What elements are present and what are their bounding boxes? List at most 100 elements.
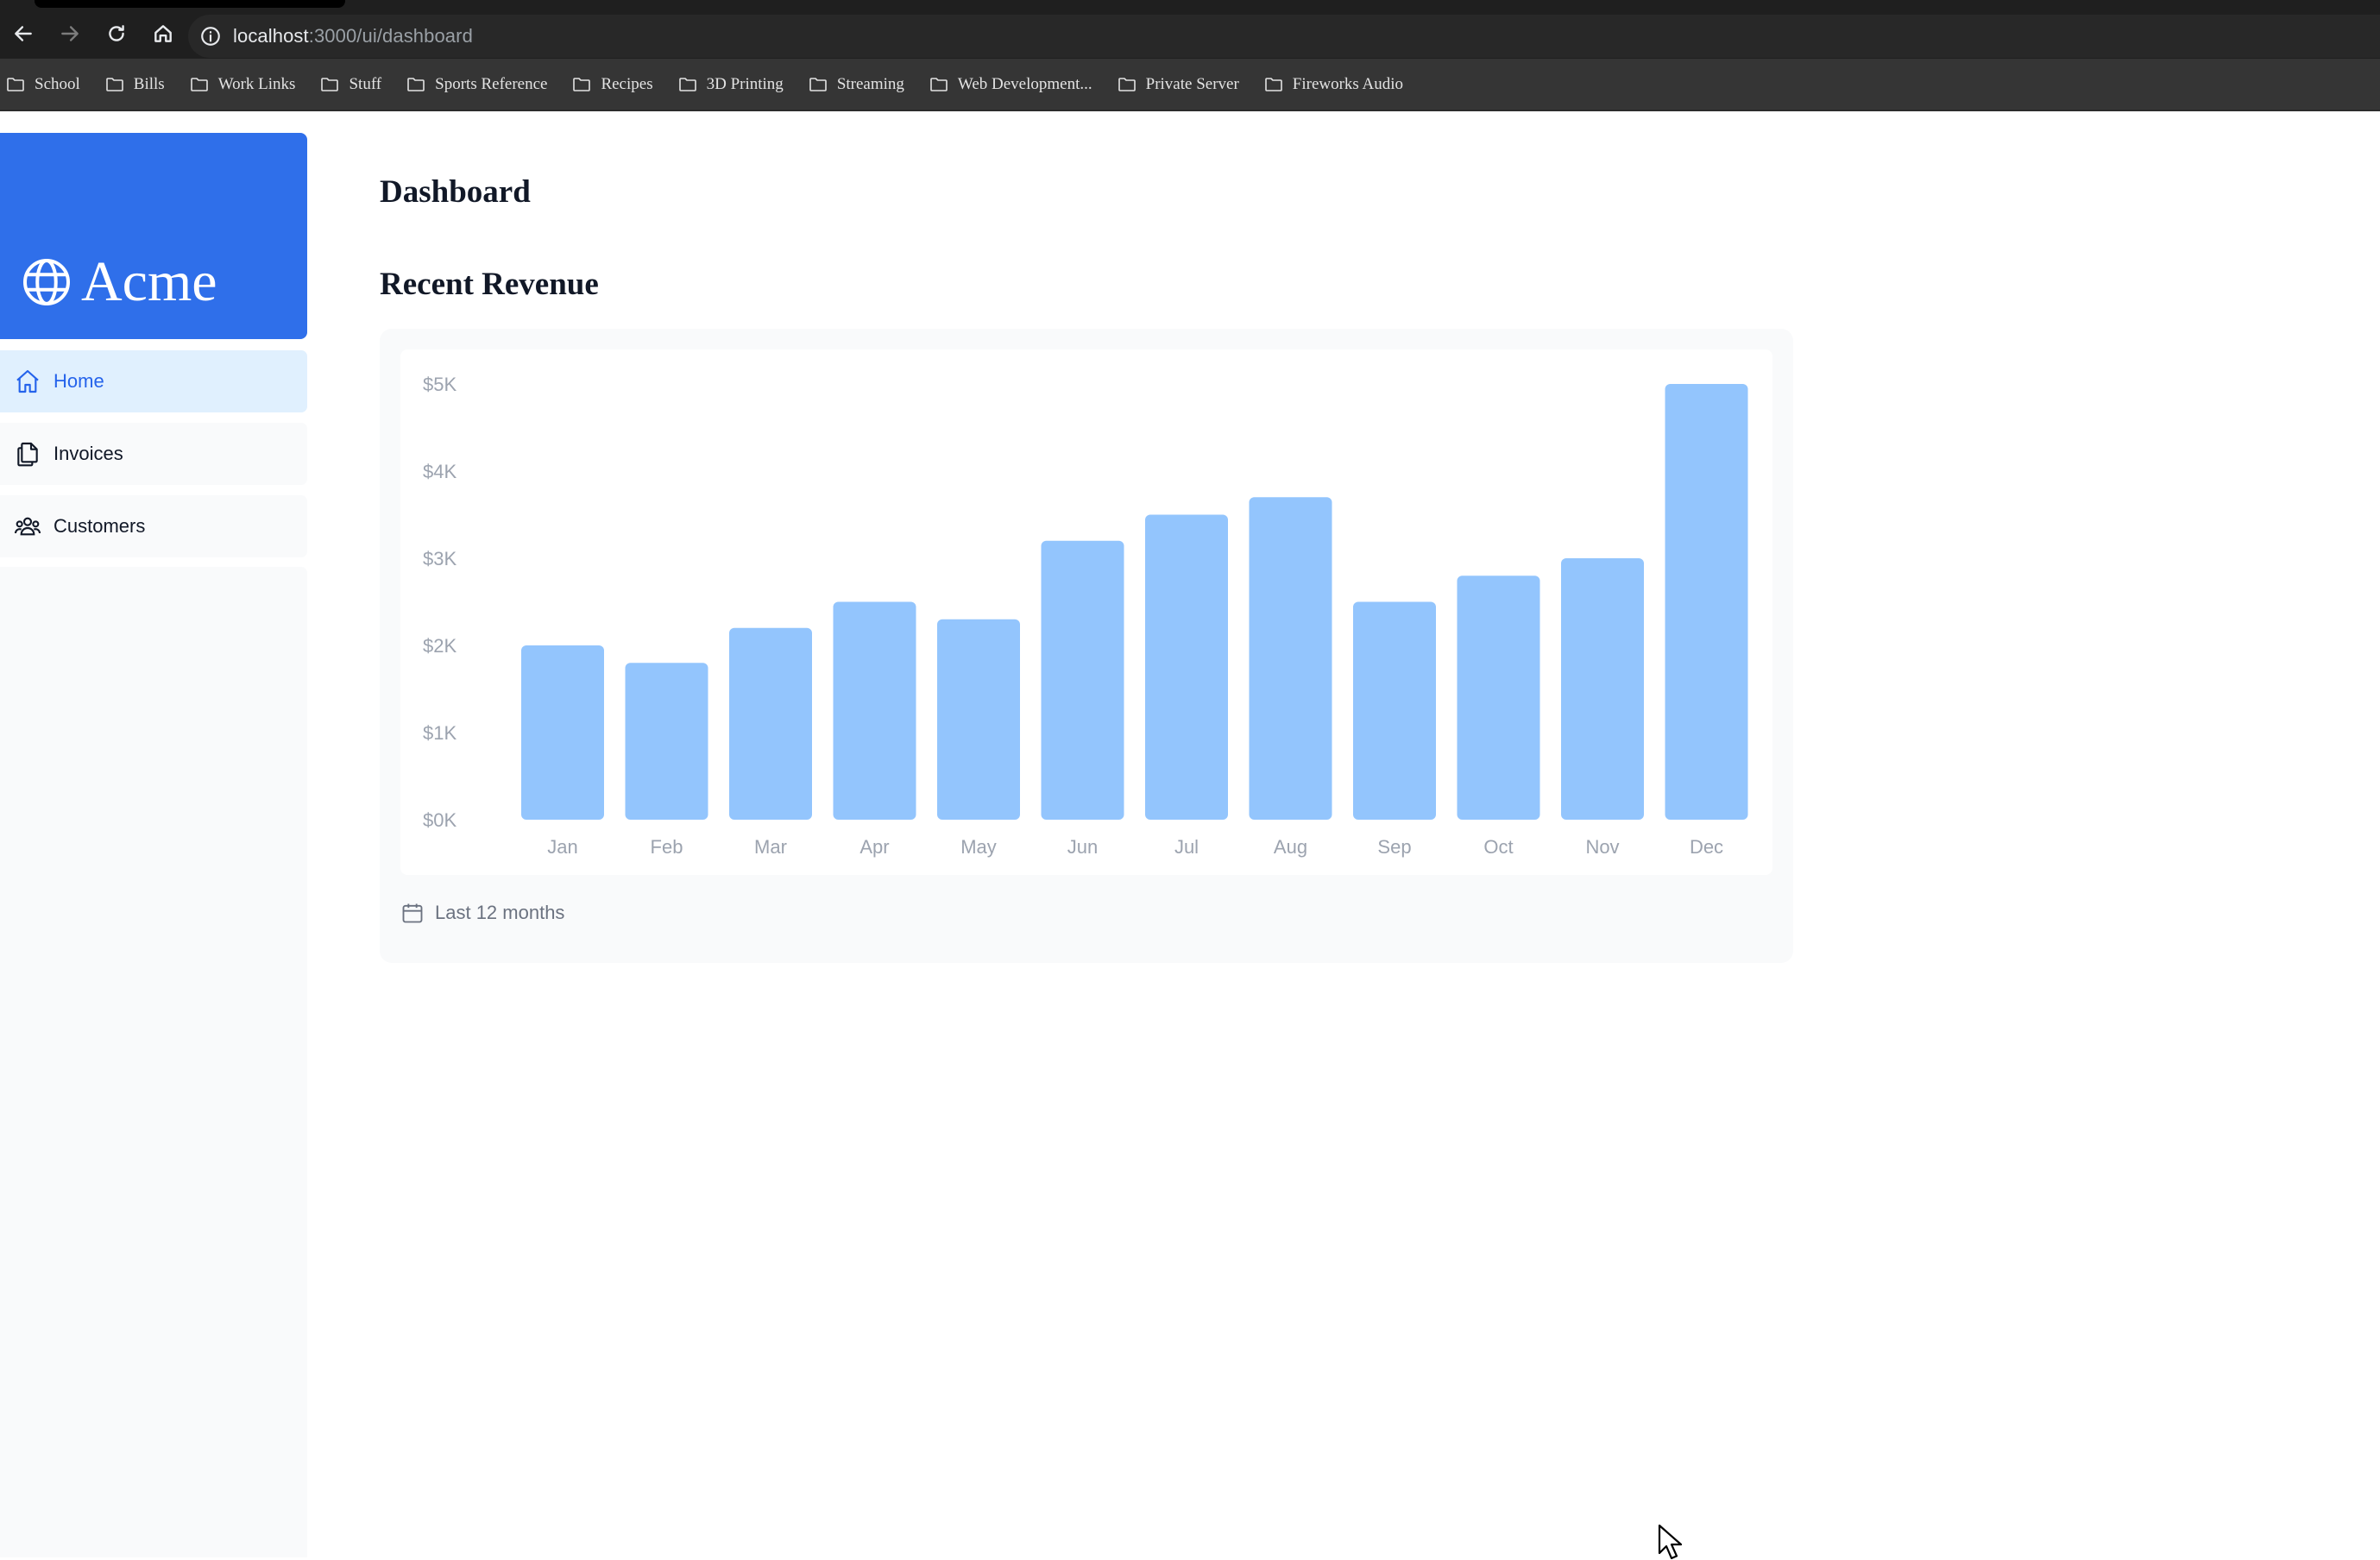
bookmark-label: Streaming	[836, 74, 904, 93]
y-tick-label: $0K	[423, 809, 456, 831]
address-bar[interactable]: localhost:3000/ui/dashboard	[188, 15, 2380, 58]
folder-icon	[809, 77, 827, 91]
app-root: Acme Home Invoices Customers Dashboard R…	[0, 113, 2380, 1560]
logo-link[interactable]: Acme	[0, 133, 307, 339]
folder-icon	[407, 77, 425, 91]
revenue-bar	[625, 663, 708, 820]
y-tick-label: $3K	[423, 548, 456, 569]
bookmark-label: Sports Reference	[435, 74, 548, 93]
folder-icon	[105, 77, 123, 91]
x-tick-label: Nov	[1585, 836, 1619, 858]
bookmark-label: Bills	[133, 74, 165, 93]
section-title: Recent Revenue	[380, 267, 599, 302]
forward-button[interactable]	[47, 10, 93, 57]
home-icon	[154, 24, 172, 42]
revenue-bar	[1145, 514, 1228, 820]
reload-button[interactable]	[93, 10, 140, 57]
sidebar-item-label: Invoices	[54, 443, 123, 464]
bookmark-label: Web Development...	[957, 74, 1092, 93]
logo: Acme	[21, 254, 217, 311]
reload-icon	[109, 24, 124, 41]
x-tick-label: Aug	[1274, 836, 1307, 858]
y-tick-label: $2K	[423, 635, 456, 657]
bookmark-label: Stuff	[349, 74, 382, 93]
revenue-bar	[937, 619, 1020, 820]
revenue-bar	[1457, 576, 1540, 820]
folder-icon	[7, 77, 24, 91]
sidebar-item-customers[interactable]: Customers	[0, 495, 307, 557]
bookmark-item[interactable]: Streaming	[808, 66, 916, 104]
sidebar-item-label: Home	[54, 370, 104, 392]
mouse-cursor-icon	[1658, 1524, 1682, 1560]
bookmark-label: School	[35, 74, 80, 93]
url-host: localhost	[233, 25, 309, 47]
revenue-card: $0K $1K $2K $3K $4K $5K Jan Feb Mar Apr May Jun Jul A…	[380, 329, 1793, 963]
bookmarks-bar: School Bills Work Links Stuff Sports Referen…	[0, 59, 2380, 111]
site-info-icon[interactable]	[188, 15, 233, 58]
folder-icon	[573, 77, 591, 91]
y-tick-label: $4K	[423, 461, 456, 482]
logo-text: Acme	[81, 250, 217, 313]
folder-icon	[1264, 77, 1282, 91]
x-tick-label: Apr	[859, 836, 889, 858]
side-nav: Acme Home Invoices Customers	[0, 133, 307, 1557]
arrow-left-icon	[15, 25, 32, 41]
y-tick-label: $5K	[423, 374, 456, 395]
users-icon	[14, 517, 41, 536]
bookmark-label: Private Server	[1145, 74, 1239, 93]
revenue-bar	[1041, 540, 1124, 820]
bookmark-item[interactable]: 3D Printing	[677, 66, 796, 104]
x-tick-label: Jul	[1174, 836, 1199, 858]
folder-icon	[190, 77, 208, 91]
sidebar-item-invoices[interactable]: Invoices	[0, 423, 307, 485]
revenue-bar	[1665, 384, 1748, 820]
bookmark-item[interactable]: Work Links	[189, 66, 308, 104]
x-tick-label: Oct	[1483, 836, 1513, 858]
calendar-icon	[402, 903, 423, 923]
browser-tab-strip	[0, 0, 2380, 8]
revenue-bar	[1561, 558, 1644, 820]
x-tick-label: Jan	[547, 836, 577, 858]
bookmark-item[interactable]: Fireworks Audio	[1263, 66, 1415, 104]
page-title: Dashboard	[380, 174, 531, 210]
revenue-bar	[1353, 601, 1436, 820]
bookmark-label: Fireworks Audio	[1292, 74, 1404, 93]
bookmark-label: 3D Printing	[706, 74, 784, 93]
folder-icon	[678, 77, 696, 91]
documents-icon	[17, 442, 38, 467]
back-button[interactable]	[0, 10, 47, 57]
revenue-bar	[521, 645, 604, 820]
bookmark-item[interactable]: Recipes	[571, 66, 664, 104]
bookmark-item[interactable]: Web Development...	[929, 66, 1105, 104]
browser-toolbar: localhost:3000/ui/dashboard	[0, 8, 2380, 59]
footer-label: Last 12 months	[435, 902, 565, 923]
sidebar-item-label: Customers	[54, 515, 146, 537]
arrow-right-icon	[61, 25, 79, 41]
bookmark-item[interactable]: School	[5, 66, 92, 104]
bookmark-item[interactable]: Sports Reference	[406, 66, 559, 104]
home-button[interactable]	[140, 10, 186, 57]
x-tick-label: Dec	[1690, 836, 1723, 858]
folder-icon	[321, 77, 339, 91]
revenue-chart: $0K $1K $2K $3K $4K $5K Jan Feb Mar Apr May Jun Jul A…	[423, 374, 1748, 858]
revenue-chart-panel: $0K $1K $2K $3K $4K $5K Jan Feb Mar Apr May Jun Jul A…	[400, 349, 1772, 875]
bookmark-item[interactable]: Stuff	[319, 66, 394, 104]
revenue-bar	[729, 627, 812, 820]
bookmark-item[interactable]: Private Server	[1117, 66, 1251, 104]
revenue-bar	[833, 601, 916, 820]
url-path: :3000/ui/dashboard	[308, 25, 473, 47]
url-text: localhost:3000/ui/dashboard	[233, 25, 473, 47]
x-tick-label: Mar	[754, 836, 787, 858]
globe-icon	[23, 259, 70, 305]
bookmark-item[interactable]: Bills	[104, 66, 177, 104]
sidebar-spacer	[0, 567, 307, 1557]
browser-tab[interactable]	[35, 0, 345, 8]
folder-icon	[1118, 77, 1136, 91]
home-icon	[16, 369, 39, 393]
bookmark-label: Work Links	[217, 74, 296, 93]
folder-icon	[930, 77, 948, 91]
sidebar-item-home[interactable]: Home	[0, 350, 307, 412]
bookmark-label: Recipes	[601, 74, 653, 93]
x-tick-label: May	[960, 836, 997, 858]
x-tick-label: Jun	[1067, 836, 1098, 858]
